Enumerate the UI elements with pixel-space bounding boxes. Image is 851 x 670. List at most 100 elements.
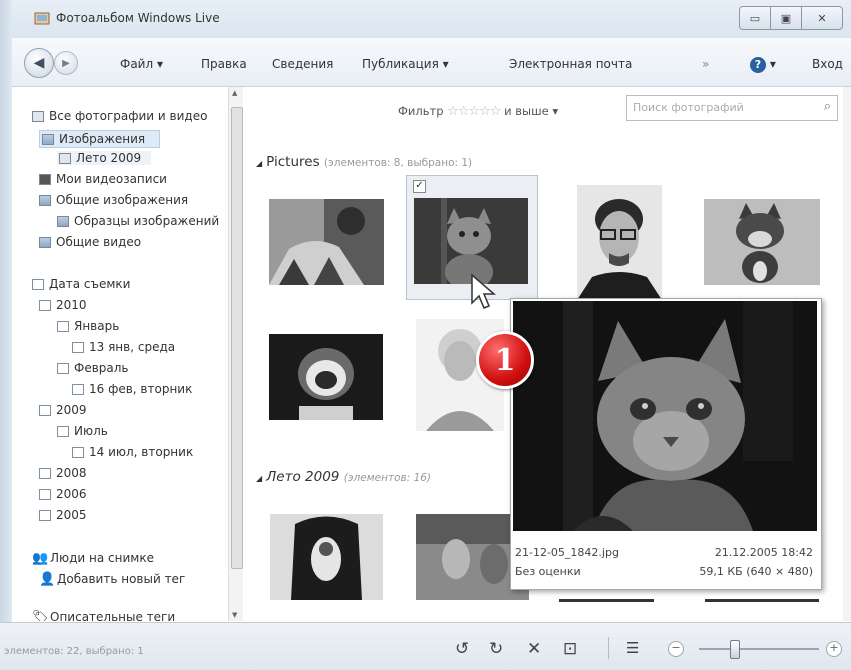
tree-year-2009[interactable]: 2009: [39, 403, 87, 417]
rotate-right-icon[interactable]: ↻: [489, 639, 503, 659]
status-bar: элементов: 22, выбрано: 1 ↺ ↻ ✕ ⊡ ☰ − +: [0, 622, 851, 670]
photo-thumbnail-edge: [559, 599, 654, 602]
tree-label: Изображения: [59, 132, 146, 146]
tree-pictures[interactable]: Изображения: [39, 130, 161, 148]
photo-thumbnail-selected[interactable]: [414, 198, 528, 284]
app-icon: [34, 12, 50, 25]
calendar-icon: [39, 488, 51, 500]
divider: [608, 637, 609, 659]
zoom-in-icon[interactable]: +: [826, 641, 842, 657]
tree-label: 2005: [56, 508, 87, 522]
calendar-icon: [32, 278, 44, 290]
photo-thumbnail[interactable]: [269, 199, 384, 285]
preview-filename: 21-12-05_1842.jpg: [515, 546, 619, 559]
group-name: Лето 2009: [266, 469, 340, 485]
pictures-folder-icon: [42, 133, 54, 145]
rating-filter[interactable]: Фильтр ☆☆☆☆☆ и выше ▾: [398, 104, 558, 119]
tree-month-february[interactable]: Февраль: [57, 361, 129, 375]
menu-file[interactable]: Файл ▾: [120, 57, 163, 71]
tree-day-jul-14[interactable]: 14 июл, вторник: [72, 445, 193, 459]
tree-label: 2010: [56, 298, 87, 312]
scroll-up-icon: ▲: [232, 89, 238, 97]
tree-date-taken[interactable]: Дата съемки: [32, 277, 130, 291]
gallery-icon: [32, 110, 44, 122]
tree-public-pictures[interactable]: Общие изображения: [39, 193, 188, 207]
tree-people-tags[interactable]: 👥 Люди на снимке: [32, 551, 154, 565]
preview-size: 59,1 КБ (640 × 480): [699, 565, 813, 578]
tree-day-jan-13[interactable]: 13 янв, среда: [72, 340, 175, 354]
search-icon[interactable]: ⌕: [824, 99, 831, 114]
tree-add-tag[interactable]: 👤 Добавить новый тег: [39, 572, 185, 586]
tree-label: Общие изображения: [56, 193, 189, 207]
tree-label: Мои видеозаписи: [56, 172, 167, 186]
tree-descriptive-tags[interactable]: 🏷 Описательные теги: [32, 610, 175, 621]
tree-label: Добавить новый тег: [57, 572, 186, 586]
tree-month-january[interactable]: Январь: [57, 319, 119, 333]
minimize-button[interactable]: ▭: [739, 6, 771, 30]
calendar-icon: [72, 446, 84, 458]
tree-month-july[interactable]: Июль: [57, 424, 108, 438]
search-box[interactable]: Поиск фотографий ⌕: [626, 95, 838, 121]
scrollbar-thumb[interactable]: [231, 107, 243, 569]
people-icon: 👥: [32, 550, 49, 566]
delete-icon[interactable]: ✕: [527, 639, 541, 659]
calendar-icon: [39, 404, 51, 416]
menu-email[interactable]: Электронная почта: [509, 57, 632, 71]
window-title: Фотоальбом Windows Live: [56, 11, 220, 25]
zoom-slider-track[interactable]: [699, 648, 819, 650]
forward-arrow-icon: ▶: [62, 57, 70, 69]
tree-year-2005[interactable]: 2005: [39, 508, 87, 522]
maximize-button[interactable]: ▣: [770, 6, 802, 30]
tree-public-videos[interactable]: Общие видео: [39, 235, 141, 249]
group-name: Pictures: [266, 154, 320, 170]
content-scrollbar[interactable]: [843, 87, 851, 621]
menu-publish[interactable]: Публикация ▾: [362, 57, 449, 71]
slideshow-icon[interactable]: ⊡: [563, 639, 577, 659]
menu-edit[interactable]: Правка: [201, 57, 247, 71]
tree-label: Описательные теги: [50, 610, 176, 621]
help-icon: ?: [750, 57, 766, 73]
zoom-out-icon[interactable]: −: [668, 641, 684, 657]
tree-year-2010[interactable]: 2010: [39, 298, 87, 312]
tree-summer-2009[interactable]: Лето 2009: [57, 151, 152, 165]
signin-link[interactable]: Вход: [812, 57, 843, 71]
photo-thumbnail-edge: [705, 599, 819, 602]
star-rating-icon[interactable]: ☆☆☆☆☆: [447, 104, 501, 119]
menu-info[interactable]: Сведения: [272, 57, 333, 71]
tree-day-feb-16[interactable]: 16 фев, вторник: [72, 382, 192, 396]
tags-icon: 🏷: [32, 609, 49, 622]
photo-thumbnail[interactable]: [577, 185, 662, 300]
filter-suffix[interactable]: и выше ▾: [504, 104, 558, 118]
selection-checkbox[interactable]: ✓: [413, 180, 426, 193]
group-count: (элементов: 16): [343, 472, 432, 484]
preview-datetime: 21.12.2005 18:42: [714, 546, 813, 559]
status-text: элементов: 22, выбрано: 1: [4, 646, 144, 657]
tree-year-2008[interactable]: 2008: [39, 466, 87, 480]
sidebar-scrollbar[interactable]: ▲ ▼: [228, 87, 243, 621]
forward-button[interactable]: ▶: [54, 51, 78, 75]
view-details-icon[interactable]: ☰: [626, 639, 639, 657]
photo-thumbnail[interactable]: [270, 514, 383, 600]
group-header-pictures[interactable]: ◢ Pictures (элементов: 8, выбрано: 1): [256, 154, 472, 170]
tree-year-2006[interactable]: 2006: [39, 487, 87, 501]
tree-all-photos[interactable]: Все фотографии и видео: [32, 109, 207, 123]
back-button[interactable]: ◀: [24, 48, 54, 78]
tree-label: Февраль: [74, 361, 129, 375]
tree-label: 2009: [56, 403, 87, 417]
photo-gallery-window: Фотоальбом Windows Live ▭ ▣ ✕ ◀ ▶ Файл ▾…: [0, 0, 851, 670]
folder-icon: [57, 215, 69, 227]
close-button[interactable]: ✕: [801, 6, 843, 30]
photo-thumbnail[interactable]: [269, 334, 383, 420]
group-header-summer-2009[interactable]: ◢ Лето 2009 (элементов: 16): [256, 469, 431, 485]
tree-label: Все фотографии и видео: [49, 109, 208, 123]
zoom-slider-handle[interactable]: [730, 640, 740, 659]
tree-sample-pictures[interactable]: Образцы изображений: [57, 214, 219, 228]
rotate-left-icon[interactable]: ↺: [455, 639, 469, 659]
photo-thumbnail[interactable]: [704, 199, 820, 285]
help-menu[interactable]: ? ▾: [750, 57, 776, 73]
menu-more[interactable]: »: [702, 57, 709, 71]
tree-my-videos[interactable]: Мои видеозаписи: [39, 172, 167, 186]
navigation-pane: Все фотографии и видео Изображения Лето …: [12, 87, 227, 621]
tree-label: Образцы изображений: [74, 214, 220, 228]
calendar-icon: [57, 425, 69, 437]
